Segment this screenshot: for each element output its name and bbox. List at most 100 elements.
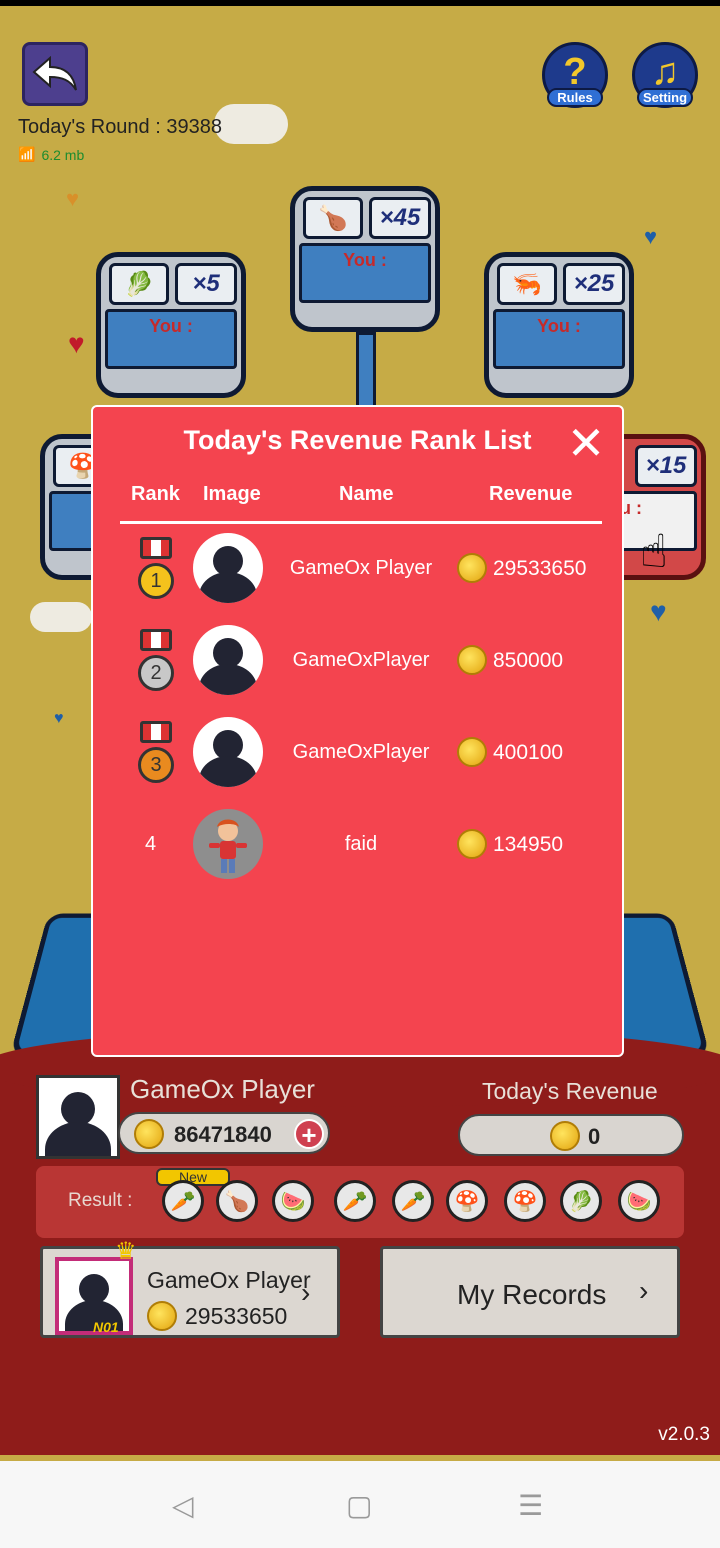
chevron-right-icon: ›	[639, 1275, 649, 1306]
version-label: v2.0.3	[658, 1424, 710, 1445]
top-player-avatar: N01	[55, 1257, 133, 1335]
top-player-name: GameOx Player	[147, 1267, 311, 1293]
multiplier: ×5	[175, 263, 237, 305]
header-rank: Rank	[131, 483, 180, 505]
pointing-hand-icon: ☝	[640, 525, 669, 577]
player-revenue: 134950	[493, 833, 564, 856]
coin-icon	[550, 1121, 580, 1151]
player-avatar	[193, 625, 263, 695]
player-name: faid	[344, 833, 378, 855]
today-revenue-title: Today's Revenue	[482, 1078, 658, 1104]
multiplier: ×15	[635, 445, 697, 487]
multiplier: ×25	[563, 263, 625, 305]
cloud-decoration	[30, 602, 92, 632]
crown-icon: ♛	[115, 1238, 137, 1265]
bet-box-chicken[interactable]: 🍗 ×45 You :	[290, 186, 440, 332]
cloud-decoration	[214, 104, 288, 144]
nav-home-icon[interactable]: ▢	[346, 1489, 372, 1522]
coin-icon	[147, 1301, 177, 1331]
player-avatar	[193, 809, 263, 879]
player-name: GameOx Player	[130, 1074, 315, 1104]
bet-box-shrimp[interactable]: 🦐 ×25 You :	[484, 252, 634, 398]
player-name: GameOxPlayer	[292, 741, 430, 763]
back-arrow-icon	[32, 56, 77, 91]
silver-medal-icon: 2	[136, 629, 176, 691]
my-records-label: My Records	[457, 1279, 607, 1310]
you-bet-label: You :	[149, 316, 193, 336]
dialog-title: Today's Revenue Rank List	[183, 425, 532, 455]
wifi-icon: 📶	[18, 146, 36, 162]
rules-button[interactable]: ? Rules	[542, 42, 608, 108]
player-avatar	[36, 1075, 120, 1159]
header-name: Name	[339, 483, 394, 505]
network-indicator: 📶 6.2 mb	[18, 146, 84, 163]
result-item: 🥕	[162, 1180, 204, 1222]
player-name: GameOxPlayer	[292, 649, 430, 671]
heart-icon: ♥	[66, 186, 80, 211]
header-revenue: Revenue	[489, 483, 573, 505]
player-revenue: 400100	[493, 741, 564, 764]
today-round-label: Today's Round : 39388	[18, 116, 222, 138]
player-avatar	[193, 717, 263, 787]
rank-row: 2 GameOxPlayer 850000	[93, 625, 626, 705]
bronze-medal-icon: 3	[136, 721, 176, 783]
vegetable-icon: 🥬	[109, 263, 169, 305]
heart-icon: ♥	[54, 710, 64, 727]
setting-button[interactable]: ♫ Setting	[632, 42, 698, 108]
result-item: 🍉	[618, 1180, 660, 1222]
top-player-coins: 29533650	[185, 1303, 288, 1329]
header-divider	[120, 521, 602, 524]
add-coins-button[interactable]: +	[294, 1119, 324, 1149]
system-nav-bar: ◁ ▢ ☰	[0, 1461, 720, 1548]
rank-row: 4 faid 134950	[93, 809, 626, 889]
shrimp-icon: 🦐	[497, 263, 557, 305]
today-revenue-value: 0	[588, 1124, 601, 1149]
my-records-button[interactable]: My Records ›	[380, 1246, 680, 1338]
rules-label: Rules	[547, 88, 603, 107]
header-image: Image	[203, 483, 261, 505]
heart-icon: ♥	[644, 224, 658, 249]
rank-row: 1 GameOx Player 29533650	[93, 533, 626, 613]
gold-medal-icon: 1	[136, 537, 176, 599]
player-revenue: 29533650	[493, 557, 587, 580]
result-item: 🍄	[446, 1180, 488, 1222]
no1-badge: N01	[93, 1319, 119, 1335]
chicken-icon: 🍗	[303, 197, 363, 239]
heart-icon: ♥	[650, 596, 667, 627]
heart-icon: ♥	[68, 328, 85, 359]
revenue-rank-dialog: Today's Revenue Rank List ✕ Rank Image N…	[91, 405, 624, 1057]
boy-avatar-icon	[209, 819, 247, 873]
stem	[356, 332, 376, 412]
nav-menu-icon[interactable]: ☰	[518, 1489, 543, 1522]
result-item: 🥕	[392, 1180, 434, 1222]
result-label: Result :	[68, 1190, 133, 1211]
coin-amount: 86471840	[174, 1122, 272, 1147]
today-revenue-value-box: 0	[458, 1114, 684, 1156]
result-item: 🥕	[334, 1180, 376, 1222]
rank-number: 4	[145, 833, 157, 855]
back-button[interactable]	[22, 42, 88, 106]
player-name: GameOx Player	[289, 557, 433, 579]
network-speed: 6.2 mb	[41, 146, 85, 163]
result-history: Result : New 🥕 🍗 🍉 🥕 🥕 🍄 🍄 🥬 🍉	[36, 1166, 684, 1238]
result-item: 🍗	[216, 1180, 258, 1222]
coin-icon	[457, 553, 487, 583]
you-bet-label: You :	[537, 316, 581, 336]
coin-icon	[457, 737, 487, 767]
result-item: 🍉	[272, 1180, 314, 1222]
chevron-right-icon: ›	[301, 1277, 311, 1308]
setting-label: Setting	[637, 88, 693, 107]
top-player-card[interactable]: N01 ♛ GameOx Player 29533650 ›	[40, 1238, 340, 1338]
result-item: 🥬	[560, 1180, 602, 1222]
rank-row: 3 GameOxPlayer 400100	[93, 717, 626, 797]
result-item: 🍄	[504, 1180, 546, 1222]
player-coins: 86471840 +	[118, 1112, 330, 1154]
nav-back-icon[interactable]: ◁	[172, 1489, 194, 1522]
coin-icon	[457, 645, 487, 675]
coin-icon	[457, 829, 487, 859]
you-bet-label: You :	[343, 250, 387, 270]
multiplier: ×45	[369, 197, 431, 239]
coin-icon	[134, 1119, 164, 1149]
close-button[interactable]: ✕	[566, 420, 606, 466]
bet-box-vegetable[interactable]: 🥬 ×5 You :	[96, 252, 246, 398]
